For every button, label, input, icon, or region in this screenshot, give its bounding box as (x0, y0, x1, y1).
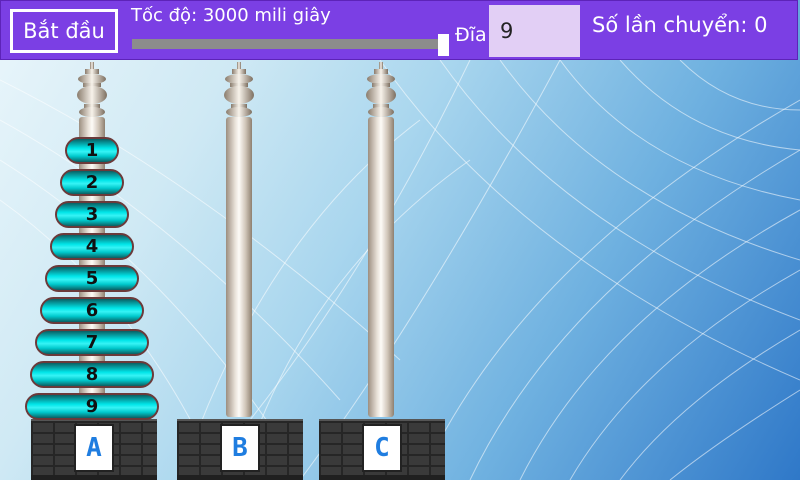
disk-count-input[interactable]: 9 (489, 5, 580, 57)
game-stage: Bắt đầu Tốc độ: 3000 mili giây Đĩa 9 Số … (0, 0, 800, 480)
speed-slider-thumb[interactable] (438, 34, 449, 56)
peg-pole (226, 117, 252, 417)
speed-slider-track[interactable] (132, 39, 438, 49)
peg-label-c[interactable]: C (362, 424, 402, 472)
disk-5[interactable]: 5 (45, 265, 139, 292)
base-a[interactable]: A (31, 419, 157, 480)
peg-finial (366, 62, 396, 117)
speed-label: Tốc độ: 3000 mili giây (131, 5, 331, 26)
disk-2[interactable]: 2 (60, 169, 124, 196)
base-b[interactable]: B (177, 419, 303, 480)
move-counter: Số lần chuyển: 0 (592, 13, 768, 37)
disk-7[interactable]: 7 (35, 329, 149, 356)
top-toolbar: Bắt đầu Tốc độ: 3000 mili giây Đĩa 9 Số … (0, 0, 798, 60)
disk-count-label: Đĩa (455, 24, 487, 46)
peg-finial (224, 62, 254, 117)
start-button[interactable]: Bắt đầu (10, 9, 118, 53)
disk-1[interactable]: 1 (65, 137, 119, 164)
peg-c[interactable] (351, 62, 411, 418)
disk-8[interactable]: 8 (30, 361, 154, 388)
peg-b[interactable] (209, 62, 269, 418)
peg-label-b[interactable]: B (220, 424, 260, 472)
disk-6[interactable]: 6 (40, 297, 144, 324)
peg-finial (77, 62, 107, 117)
base-c[interactable]: C (319, 419, 445, 480)
disk-9[interactable]: 9 (25, 393, 159, 420)
disk-3[interactable]: 3 (55, 201, 129, 228)
peg-pole (368, 117, 394, 417)
peg-label-a[interactable]: A (74, 424, 114, 472)
disk-4[interactable]: 4 (50, 233, 134, 260)
